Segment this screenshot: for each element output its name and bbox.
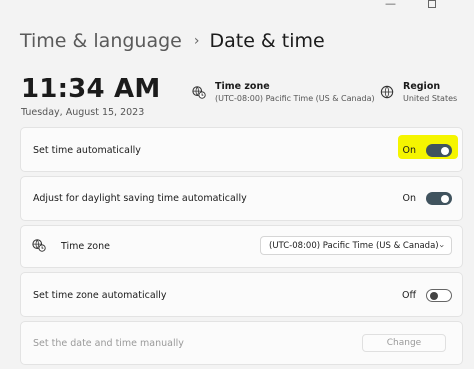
set-timezone-automatically-toggle[interactable] <box>426 289 452 302</box>
breadcrumb-parent[interactable]: Time & language <box>20 30 182 52</box>
maximize-button[interactable] <box>428 0 436 8</box>
set-timezone-automatically-label: Set time zone automatically <box>33 290 167 301</box>
set-timezone-automatically-toggle-group: Off <box>402 289 452 302</box>
manual-date-time-label: Set the date and time manually <box>33 338 184 349</box>
set-time-automatically-card: Set time automatically On <box>20 127 463 172</box>
current-date: Tuesday, August 15, 2023 <box>21 107 145 118</box>
daylight-saving-toggle-group: On <box>402 192 452 205</box>
globe-icon <box>380 85 394 99</box>
manual-date-time-card: Set the date and time manually Change <box>20 321 463 365</box>
window-title-bar: — <box>0 0 474 10</box>
toggle-knob <box>441 194 449 203</box>
daylight-saving-toggle[interactable] <box>426 192 452 205</box>
chevron-down-icon <box>439 244 444 247</box>
toggle-knob <box>430 291 438 300</box>
timezone-info: Time zone (UTC-08:00) Pacific Time (US &… <box>192 81 375 103</box>
region-label: Region <box>403 81 441 92</box>
change-button[interactable]: Change <box>362 334 446 352</box>
set-time-automatically-label: Set time automatically <box>33 145 141 156</box>
minimize-button[interactable]: — <box>385 0 396 10</box>
timezone-dropdown[interactable]: (UTC-08:00) Pacific Time (US & Canada) <box>260 236 452 255</box>
clock-globe-icon <box>192 86 206 99</box>
current-time: 11:34 AM <box>21 74 161 104</box>
region-value: United States <box>403 94 458 103</box>
daylight-saving-card: Adjust for daylight saving time automati… <box>20 176 463 221</box>
toggle-state-text: Off <box>401 290 416 301</box>
toggle-state-text: On <box>402 193 417 204</box>
breadcrumb-separator: › <box>193 33 200 49</box>
timezone-select-label: Time zone <box>61 241 110 252</box>
timezone-label: Time zone <box>215 81 270 92</box>
set-time-automatically-toggle-group: On <box>402 144 452 157</box>
breadcrumb: Time & language › Date & time <box>20 30 325 52</box>
toggle-knob <box>441 146 449 155</box>
set-timezone-automatically-card: Set time zone automatically Off <box>20 272 463 317</box>
clock-globe-icon <box>32 239 46 252</box>
toggle-state-text: On <box>402 145 417 156</box>
region-info: Region United States <box>380 81 457 103</box>
page-title: Date & time <box>209 30 325 52</box>
timezone-dropdown-value: (UTC-08:00) Pacific Time (US & Canada) <box>269 240 439 251</box>
daylight-saving-label: Adjust for daylight saving time automati… <box>33 193 247 204</box>
timezone-value: (UTC-08:00) Pacific Time (US & Canada) <box>215 94 375 103</box>
set-time-automatically-toggle[interactable] <box>426 144 452 157</box>
timezone-card: Time zone (UTC-08:00) Pacific Time (US &… <box>20 225 463 268</box>
